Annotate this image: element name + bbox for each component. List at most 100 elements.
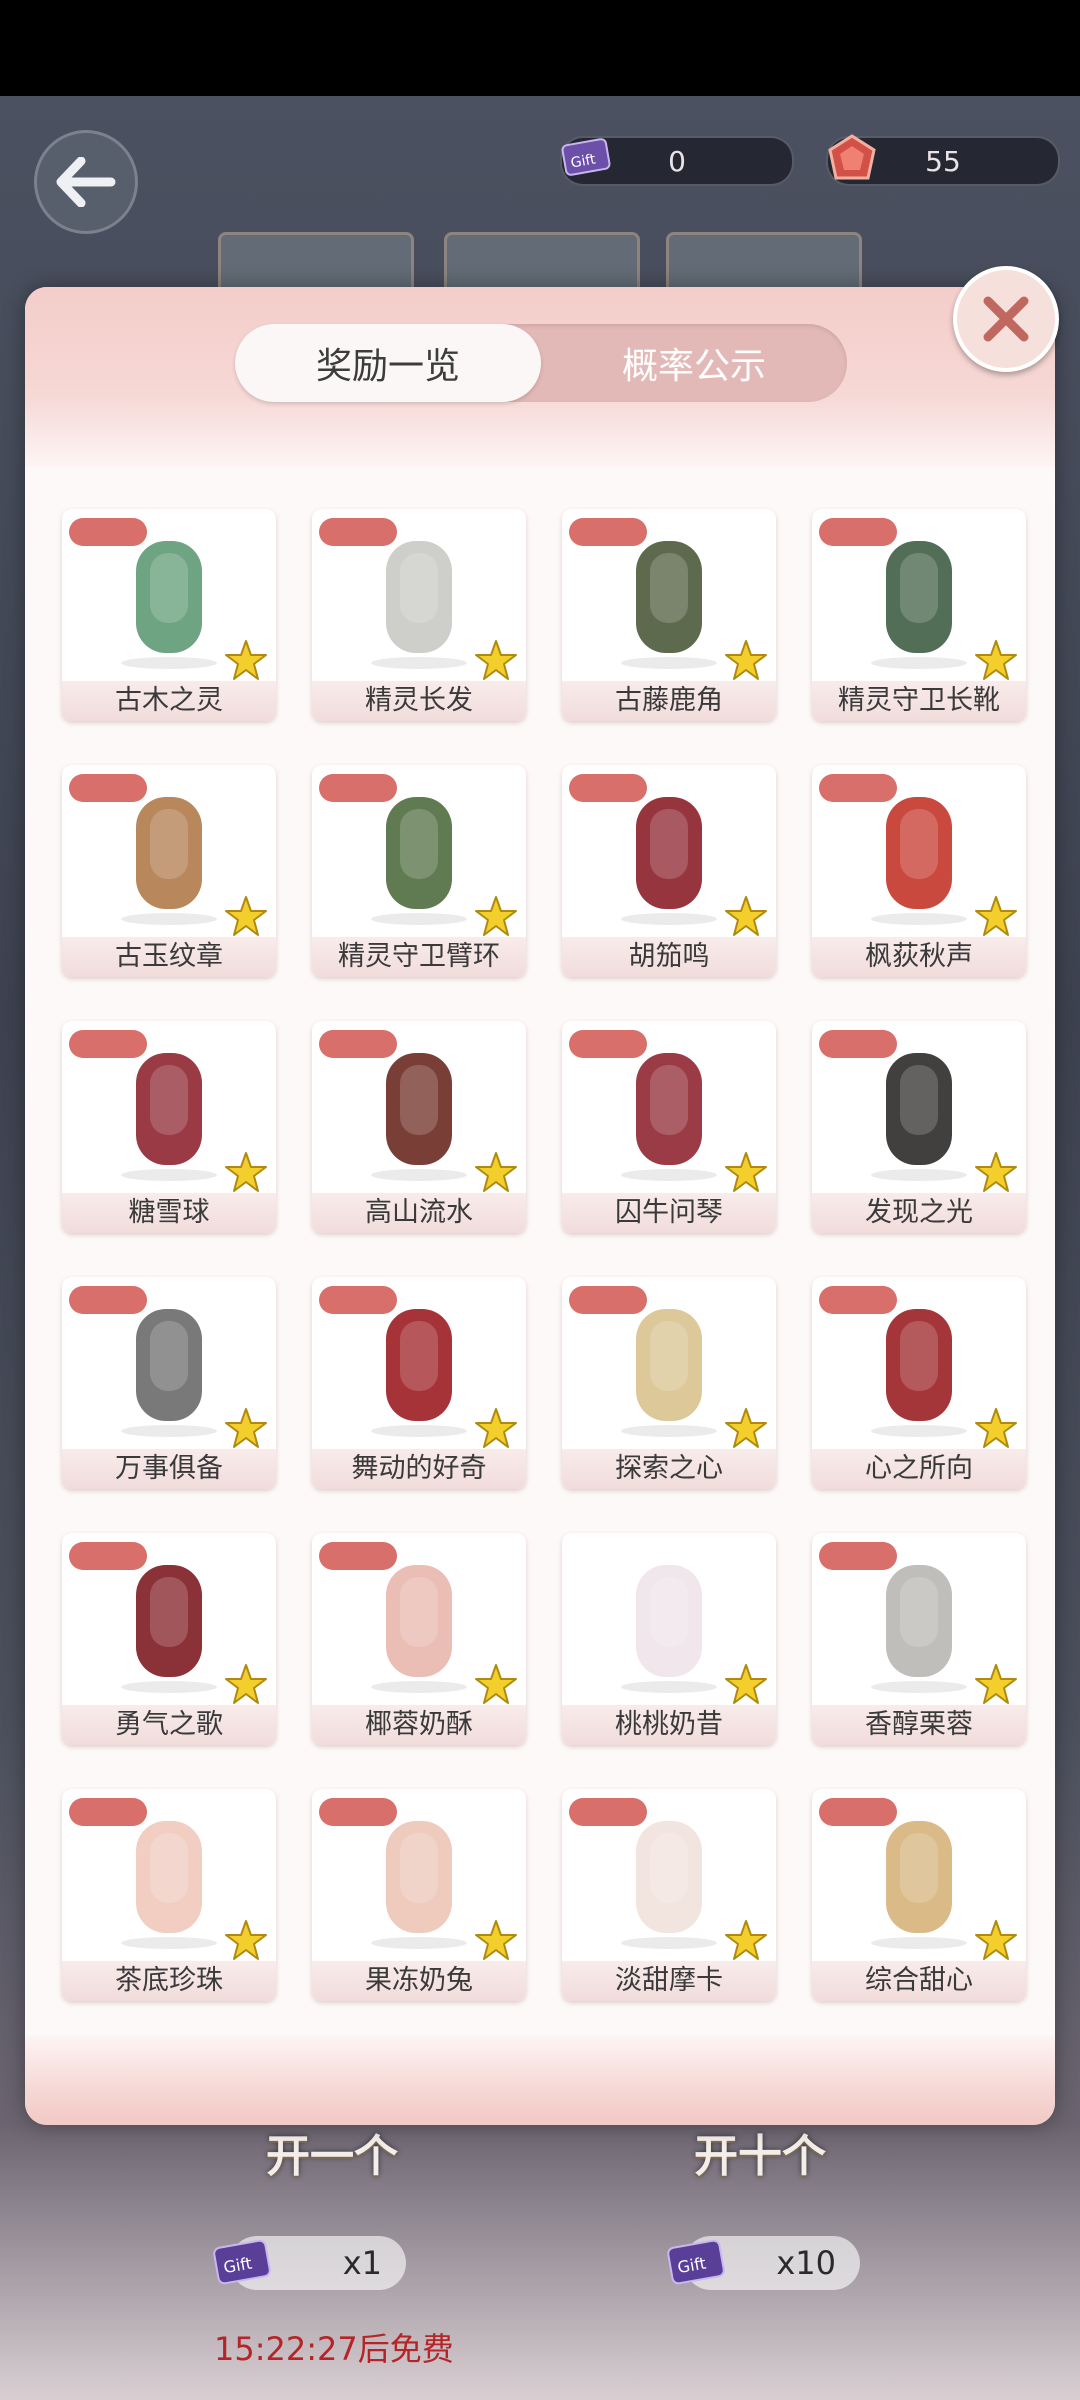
reward-item-name: 椰蓉奶酥 (312, 1705, 526, 1745)
cream-dress-icon (621, 1821, 717, 1949)
reward-item-card[interactable]: 精灵守卫臂环 (312, 765, 526, 977)
red-earring-icon (871, 797, 967, 925)
star-icon (975, 640, 1017, 680)
reward-item-card[interactable]: 桃桃奶昔 (562, 1533, 776, 1745)
star-icon (225, 1920, 267, 1960)
reward-item-card[interactable]: 舞动的好奇 (312, 1277, 526, 1489)
gift-ticket-icon: Gift (213, 2239, 271, 2285)
reward-item-name: 囚牛问琴 (562, 1193, 776, 1233)
twin-tail-hair-icon (871, 1821, 967, 1949)
reward-item-card[interactable]: 淡甜摩卡 (562, 1789, 776, 2001)
reward-item-name: 精灵守卫长靴 (812, 681, 1026, 721)
reward-item-card[interactable]: 综合甜心 (812, 1789, 1026, 2001)
reward-item-name: 舞动的好奇 (312, 1449, 526, 1489)
reward-item-card[interactable]: 高山流水 (312, 1021, 526, 1233)
star-icon (225, 1152, 267, 1192)
reward-item-name: 万事俱备 (62, 1449, 276, 1489)
reward-modal: 奖励一览 概率公示 古木之灵 精灵长发 古藤鹿角 精灵守卫长靴古玉纹章 精灵守卫臂环 胡笳… (25, 287, 1055, 2125)
reward-item-name: 精灵长发 (312, 681, 526, 721)
star-icon (475, 1152, 517, 1192)
blonde-bob-icon (621, 1309, 717, 1437)
modal-footer-bg (25, 2035, 1055, 2125)
star-icon (975, 1408, 1017, 1448)
reward-item-card[interactable]: 心之所向 (812, 1277, 1026, 1489)
star-icon (475, 640, 517, 680)
reward-item-name: 综合甜心 (812, 1961, 1026, 2001)
reward-item-card[interactable]: 古玉纹章 (62, 765, 276, 977)
armlet-icon (371, 797, 467, 925)
braid-hair-icon (871, 1565, 967, 1693)
reward-item-name: 果冻奶兔 (312, 1961, 526, 2001)
status-bar (0, 0, 1080, 96)
reward-item-card[interactable]: 胡笳鸣 (562, 765, 776, 977)
reward-item-card[interactable]: 香醇栗蓉 (812, 1533, 1026, 1745)
crystal-count: 55 (925, 144, 961, 178)
reward-item-name: 胡笳鸣 (562, 937, 776, 977)
reward-item-card[interactable]: 果冻奶兔 (312, 1789, 526, 2001)
jade-earring-icon (121, 797, 217, 925)
reward-item-name: 枫荻秋声 (812, 937, 1026, 977)
star-icon (975, 1920, 1017, 1960)
reward-item-name: 古玉纹章 (62, 937, 276, 977)
reward-item-card[interactable]: 囚牛问琴 (562, 1021, 776, 1233)
reward-item-name: 精灵守卫臂环 (312, 937, 526, 977)
reward-item-name: 桃桃奶昔 (562, 1705, 776, 1745)
draw-one-cost: Gift x1 (213, 2236, 406, 2290)
reward-item-name: 探索之心 (562, 1449, 776, 1489)
draw-one-button[interactable]: 开一个 (232, 2120, 432, 2182)
pompom-bow-icon (121, 1053, 217, 1181)
reward-item-name: 古木之灵 (62, 681, 276, 721)
star-icon (225, 896, 267, 936)
ruby-earring-icon (371, 1309, 467, 1437)
draw-ten-button[interactable]: 开十个 (660, 2120, 860, 2182)
reward-item-name: 淡甜摩卡 (562, 1961, 776, 2001)
brown-hair-icon (371, 1053, 467, 1181)
free-draw-timer: 15:22:27后免费 (214, 2330, 454, 2368)
star-icon (975, 1152, 1017, 1192)
crystal-counter: 55 (826, 134, 1060, 186)
green-boots-icon (871, 541, 967, 669)
tab-reward-list[interactable]: 奖励一览 (235, 324, 541, 402)
star-icon (725, 1408, 767, 1448)
star-icon (475, 1920, 517, 1960)
red-coat-icon (121, 1565, 217, 1693)
grey-boots-icon (121, 1309, 217, 1437)
reward-item-card[interactable]: 精灵守卫长靴 (812, 509, 1026, 721)
back-arrow-icon (56, 157, 116, 207)
close-button[interactable] (953, 266, 1059, 372)
reward-item-card[interactable]: 古藤鹿角 (562, 509, 776, 721)
ticket-counter: Gift 0 (560, 136, 794, 186)
reward-item-card[interactable]: 椰蓉奶酥 (312, 1533, 526, 1745)
reward-item-name: 发现之光 (812, 1193, 1026, 1233)
star-icon (725, 1664, 767, 1704)
star-icon (975, 896, 1017, 936)
reward-item-card[interactable]: 古木之灵 (62, 509, 276, 721)
reward-item-name: 心之所向 (812, 1449, 1026, 1489)
modal-tab-bar: 奖励一览 概率公示 (235, 324, 847, 402)
star-icon (475, 896, 517, 936)
tab-probability[interactable]: 概率公示 (541, 324, 847, 402)
star-icon (725, 640, 767, 680)
reward-item-name: 古藤鹿角 (562, 681, 776, 721)
reward-item-card[interactable]: 万事俱备 (62, 1277, 276, 1489)
reward-item-card[interactable]: 探索之心 (562, 1277, 776, 1489)
reward-item-card[interactable]: 勇气之歌 (62, 1533, 276, 1745)
reward-item-card[interactable]: 糖雪球 (62, 1021, 276, 1233)
reward-item-name: 香醇栗蓉 (812, 1705, 1026, 1745)
reward-item-name: 高山流水 (312, 1193, 526, 1233)
star-icon (475, 1408, 517, 1448)
reward-item-card[interactable]: 发现之光 (812, 1021, 1026, 1233)
draw-ten-cost: Gift x10 (667, 2236, 860, 2290)
reward-item-card[interactable]: 枫荻秋声 (812, 765, 1026, 977)
red-hat-icon (871, 1309, 967, 1437)
star-icon (975, 1664, 1017, 1704)
star-icon (225, 1408, 267, 1448)
back-button[interactable] (34, 130, 138, 234)
star-icon (725, 1920, 767, 1960)
bunny-headband-icon (371, 1821, 467, 1949)
reward-item-card[interactable]: 茶底珍珠 (62, 1789, 276, 2001)
star-icon (475, 1664, 517, 1704)
reward-item-card[interactable]: 精灵长发 (312, 509, 526, 721)
antler-icon (621, 541, 717, 669)
reward-item-name: 勇气之歌 (62, 1705, 276, 1745)
